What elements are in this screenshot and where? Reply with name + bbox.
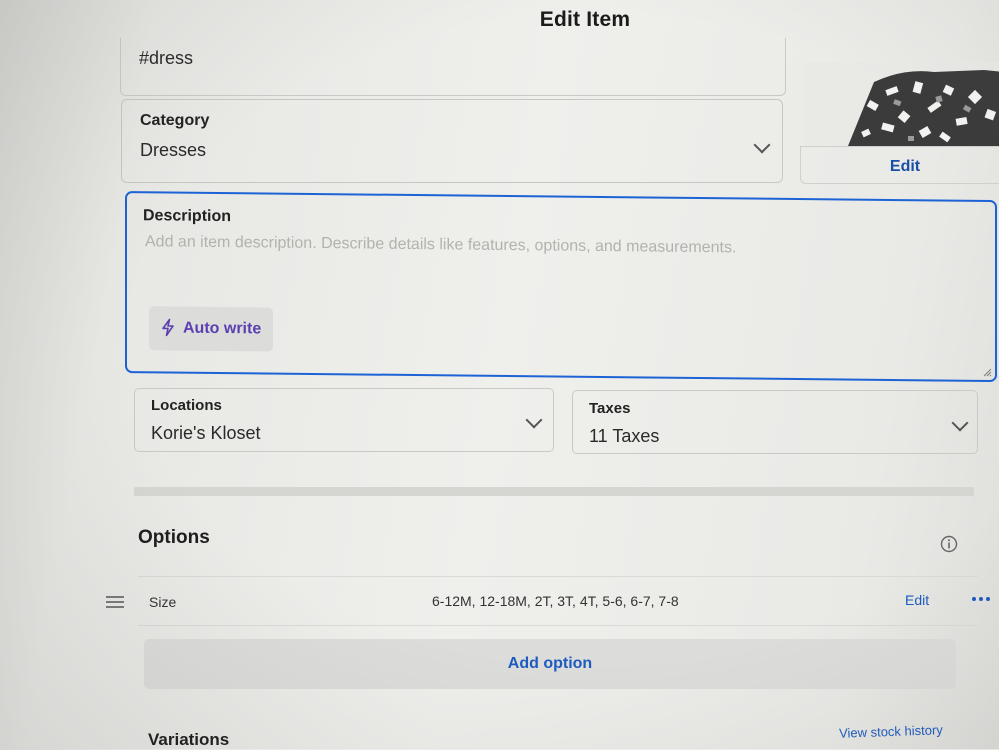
category-label: Category <box>140 112 210 129</box>
description-label: Description <box>143 207 232 226</box>
add-option-button[interactable]: Add option <box>144 639 956 689</box>
tags-value: #dress <box>139 48 194 68</box>
tags-field[interactable]: #dress <box>120 38 786 96</box>
drag-handle-icon[interactable] <box>106 596 124 608</box>
locations-label: Locations <box>151 397 222 414</box>
taxes-value: 11 Taxes <box>589 426 660 446</box>
auto-write-label: Auto write <box>183 319 262 338</box>
dress-pattern-image <box>804 62 999 146</box>
chevron-down-icon <box>525 411 543 429</box>
image-edit-button[interactable]: Edit <box>800 146 999 184</box>
category-select[interactable]: Category Dresses <box>121 99 783 183</box>
taxes-select[interactable]: Taxes 11 Taxes <box>572 390 978 454</box>
variations-heading: Variations <box>148 730 230 749</box>
auto-write-button[interactable]: Auto write <box>149 306 273 352</box>
divider <box>138 625 978 626</box>
divider <box>138 576 978 577</box>
page-title: Edit Item <box>539 8 631 31</box>
chevron-down-icon <box>753 136 771 154</box>
more-options-icon[interactable] <box>971 596 991 602</box>
chevron-down-icon <box>951 414 969 432</box>
locations-select[interactable]: Locations Korie's Kloset <box>134 388 554 452</box>
locations-value: Korie's Kloset <box>151 423 261 443</box>
view-stock-history-link[interactable]: View stock history <box>839 722 943 741</box>
item-image[interactable] <box>804 62 999 146</box>
info-icon[interactable] <box>940 535 958 553</box>
description-textarea[interactable]: Description Add an item description. Des… <box>125 191 997 383</box>
category-value: Dresses <box>140 140 207 160</box>
resize-handle-icon[interactable] <box>983 368 992 377</box>
section-divider <box>134 487 974 496</box>
option-values: 6-12M, 12-18M, 2T, 3T, 4T, 5-6, 6-7, 7-8 <box>432 593 679 609</box>
option-name: Size <box>149 594 177 610</box>
description-placeholder: Add an item description. Describe detail… <box>145 233 737 257</box>
options-heading: Options <box>138 527 210 548</box>
taxes-label: Taxes <box>589 400 631 417</box>
lightning-bolt-icon <box>162 318 174 337</box>
option-edit-button[interactable]: Edit <box>905 592 929 608</box>
